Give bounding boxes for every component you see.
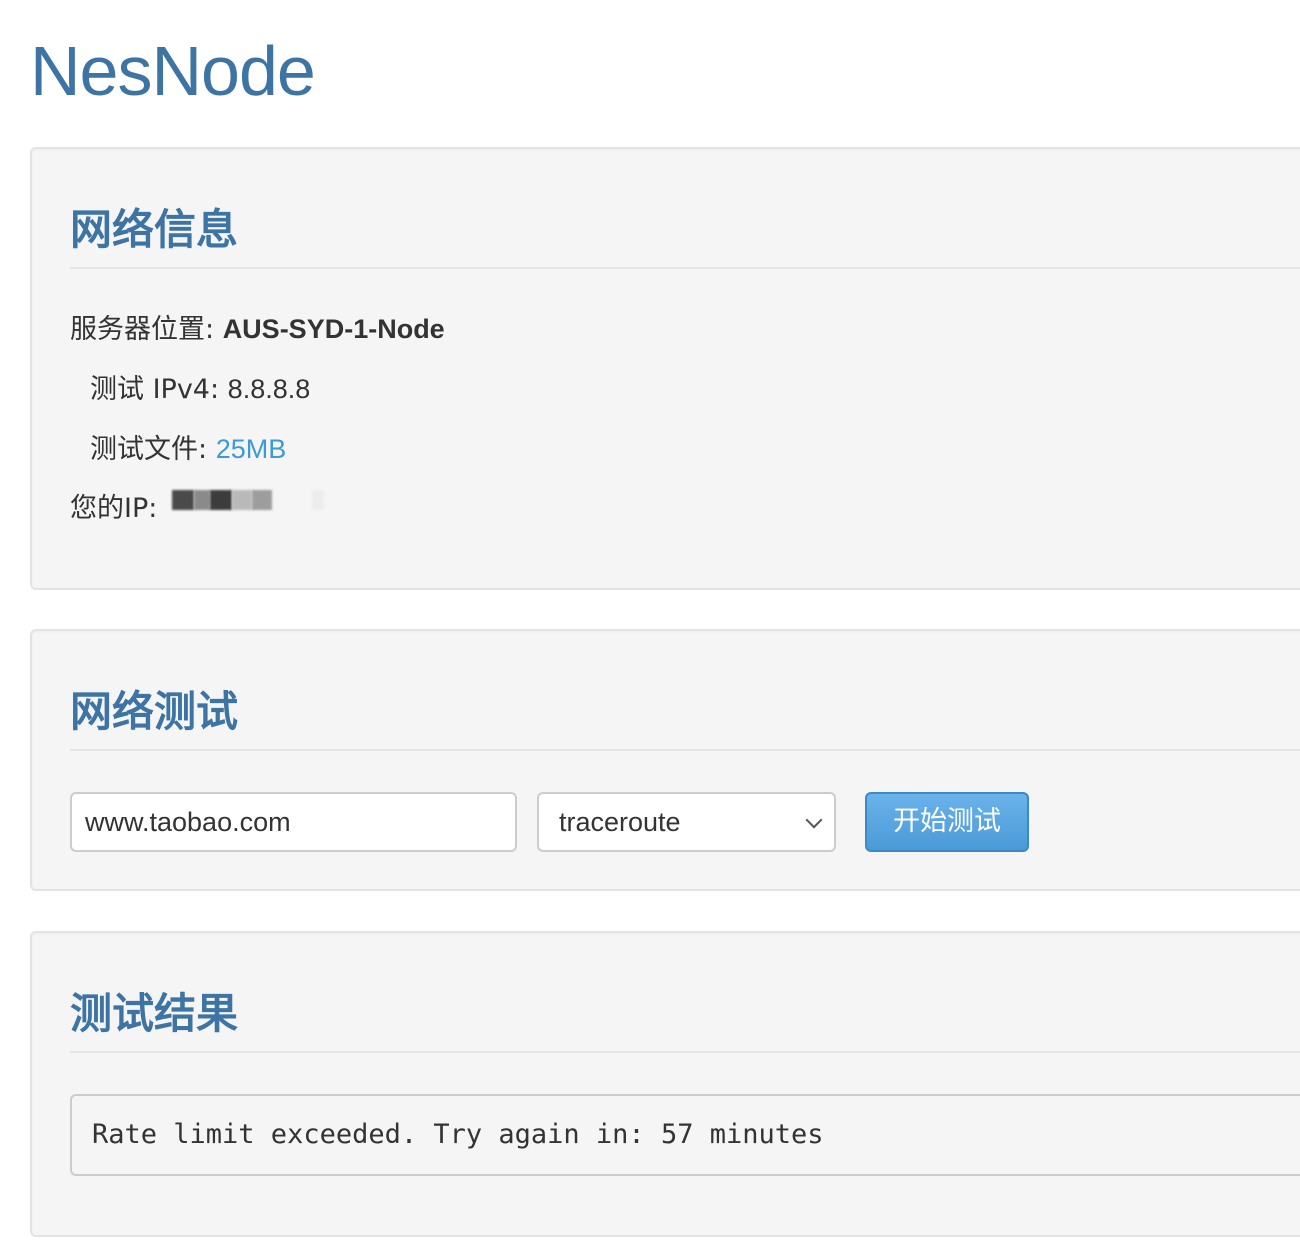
server-location-value: AUS-SYD-1-Node: [222, 314, 445, 344]
method-select-value: traceroute: [559, 807, 681, 837]
network-info-panel: 网络信息 服务器位置: AUS-SYD-1-Node 测试 IPv4: 8.8.…: [30, 147, 1300, 590]
your-ip-line: 您的IP:: [70, 489, 332, 526]
test-result-divider: [70, 1051, 1300, 1053]
host-input[interactable]: [70, 792, 517, 852]
your-ip-label: 您的IP:: [70, 493, 166, 524]
test-ipv4-label: 测试 IPv4:: [90, 374, 228, 405]
test-ipv4-line: 测试 IPv4: 8.8.8.8: [90, 372, 310, 407]
start-test-button[interactable]: 开始测试: [865, 792, 1029, 852]
network-test-title: 网络测试: [70, 687, 239, 736]
test-file-link[interactable]: 25MB: [216, 434, 287, 464]
test-file-label: 测试文件:: [90, 434, 216, 465]
test-result-output: Rate limit exceeded. Try again in: 57 mi…: [70, 1094, 1300, 1176]
network-info-divider: [70, 267, 1300, 269]
network-test-divider: [70, 749, 1300, 751]
test-file-line: 测试文件: 25MB: [90, 432, 286, 467]
chevron-down-icon: [805, 811, 823, 829]
test-ipv4-value: 8.8.8.8: [227, 374, 311, 404]
server-location-line: 服务器位置: AUS-SYD-1-Node: [70, 312, 445, 347]
brand-logo[interactable]: NesNode: [30, 28, 316, 114]
network-test-panel: 网络测试 traceroute 开始测试: [30, 629, 1300, 891]
test-result-panel: 测试结果 Rate limit exceeded. Try again in: …: [30, 931, 1300, 1237]
network-info-title: 网络信息: [70, 205, 239, 254]
your-ip-redacted: [171, 489, 332, 510]
test-result-title: 测试结果: [70, 989, 239, 1038]
server-location-label: 服务器位置:: [70, 314, 223, 345]
method-select[interactable]: traceroute: [537, 792, 836, 852]
page: NesNode 网络信息 服务器位置: AUS-SYD-1-Node 测试 IP…: [0, 0, 1300, 1242]
